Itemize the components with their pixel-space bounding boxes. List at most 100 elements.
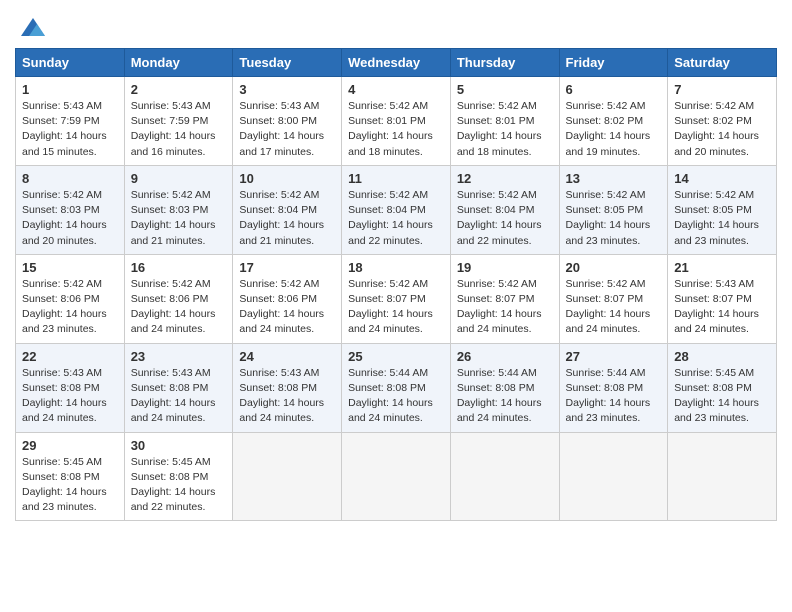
calendar-cell: 3 Sunrise: 5:43 AM Sunset: 8:00 PM Dayli… <box>233 77 342 166</box>
daylight-label: Daylight: 14 hours and 24 minutes. <box>348 308 433 335</box>
daylight-label: Daylight: 14 hours and 24 minutes. <box>457 397 542 424</box>
day-number: 3 <box>239 82 335 97</box>
calendar-cell: 14 Sunrise: 5:42 AM Sunset: 8:05 PM Dayl… <box>668 165 777 254</box>
day-info: Sunrise: 5:42 AM Sunset: 8:05 PM Dayligh… <box>566 188 662 249</box>
daylight-label: Daylight: 14 hours and 24 minutes. <box>674 308 759 335</box>
day-number: 11 <box>348 171 444 186</box>
sunrise-label: Sunrise: 5:43 AM <box>22 100 102 112</box>
calendar-cell: 13 Sunrise: 5:42 AM Sunset: 8:05 PM Dayl… <box>559 165 668 254</box>
sunrise-label: Sunrise: 5:44 AM <box>348 367 428 379</box>
daylight-label: Daylight: 14 hours and 20 minutes. <box>22 219 107 246</box>
sunrise-label: Sunrise: 5:43 AM <box>239 367 319 379</box>
day-number: 12 <box>457 171 553 186</box>
day-number: 20 <box>566 260 662 275</box>
sunset-label: Sunset: 8:08 PM <box>22 471 100 483</box>
sunset-label: Sunset: 8:04 PM <box>239 204 317 216</box>
header <box>15 10 777 42</box>
day-number: 19 <box>457 260 553 275</box>
calendar-cell: 9 Sunrise: 5:42 AM Sunset: 8:03 PM Dayli… <box>124 165 233 254</box>
day-number: 6 <box>566 82 662 97</box>
calendar-cell: 18 Sunrise: 5:42 AM Sunset: 8:07 PM Dayl… <box>342 254 451 343</box>
day-info: Sunrise: 5:42 AM Sunset: 8:04 PM Dayligh… <box>348 188 444 249</box>
sunset-label: Sunset: 8:06 PM <box>239 293 317 305</box>
sunrise-label: Sunrise: 5:42 AM <box>457 100 537 112</box>
sunrise-label: Sunrise: 5:42 AM <box>239 278 319 290</box>
day-number: 27 <box>566 349 662 364</box>
weekday-header-saturday: Saturday <box>668 49 777 77</box>
daylight-label: Daylight: 14 hours and 23 minutes. <box>566 397 651 424</box>
day-info: Sunrise: 5:42 AM Sunset: 8:07 PM Dayligh… <box>566 277 662 338</box>
day-info: Sunrise: 5:44 AM Sunset: 8:08 PM Dayligh… <box>348 366 444 427</box>
calendar-cell: 1 Sunrise: 5:43 AM Sunset: 7:59 PM Dayli… <box>16 77 125 166</box>
sunset-label: Sunset: 8:08 PM <box>22 382 100 394</box>
day-info: Sunrise: 5:42 AM Sunset: 8:02 PM Dayligh… <box>674 99 770 160</box>
sunrise-label: Sunrise: 5:42 AM <box>239 189 319 201</box>
sunrise-label: Sunrise: 5:42 AM <box>131 278 211 290</box>
day-info: Sunrise: 5:43 AM Sunset: 7:59 PM Dayligh… <box>131 99 227 160</box>
weekday-header-monday: Monday <box>124 49 233 77</box>
daylight-label: Daylight: 14 hours and 24 minutes. <box>239 308 324 335</box>
calendar-cell: 27 Sunrise: 5:44 AM Sunset: 8:08 PM Dayl… <box>559 343 668 432</box>
sunset-label: Sunset: 8:00 PM <box>239 115 317 127</box>
sunrise-label: Sunrise: 5:42 AM <box>348 278 428 290</box>
weekday-header-tuesday: Tuesday <box>233 49 342 77</box>
calendar-cell: 10 Sunrise: 5:42 AM Sunset: 8:04 PM Dayl… <box>233 165 342 254</box>
day-info: Sunrise: 5:45 AM Sunset: 8:08 PM Dayligh… <box>131 455 227 516</box>
calendar-cell <box>559 432 668 521</box>
day-number: 2 <box>131 82 227 97</box>
sunrise-label: Sunrise: 5:43 AM <box>131 367 211 379</box>
day-info: Sunrise: 5:43 AM Sunset: 7:59 PM Dayligh… <box>22 99 118 160</box>
weekday-header-thursday: Thursday <box>450 49 559 77</box>
day-info: Sunrise: 5:42 AM Sunset: 8:02 PM Dayligh… <box>566 99 662 160</box>
sunrise-label: Sunrise: 5:43 AM <box>239 100 319 112</box>
calendar-cell <box>450 432 559 521</box>
day-info: Sunrise: 5:42 AM Sunset: 8:01 PM Dayligh… <box>457 99 553 160</box>
calendar-week-row: 29 Sunrise: 5:45 AM Sunset: 8:08 PM Dayl… <box>16 432 777 521</box>
sunset-label: Sunset: 8:03 PM <box>131 204 209 216</box>
daylight-label: Daylight: 14 hours and 22 minutes. <box>131 486 216 513</box>
day-info: Sunrise: 5:42 AM Sunset: 8:07 PM Dayligh… <box>457 277 553 338</box>
day-number: 4 <box>348 82 444 97</box>
day-number: 13 <box>566 171 662 186</box>
sunset-label: Sunset: 8:02 PM <box>566 115 644 127</box>
sunset-label: Sunset: 8:06 PM <box>22 293 100 305</box>
sunset-label: Sunset: 8:04 PM <box>348 204 426 216</box>
day-info: Sunrise: 5:45 AM Sunset: 8:08 PM Dayligh… <box>674 366 770 427</box>
daylight-label: Daylight: 14 hours and 21 minutes. <box>131 219 216 246</box>
sunrise-label: Sunrise: 5:44 AM <box>566 367 646 379</box>
daylight-label: Daylight: 14 hours and 19 minutes. <box>566 130 651 157</box>
sunset-label: Sunset: 8:08 PM <box>131 471 209 483</box>
sunset-label: Sunset: 8:04 PM <box>457 204 535 216</box>
day-info: Sunrise: 5:43 AM Sunset: 8:00 PM Dayligh… <box>239 99 335 160</box>
sunrise-label: Sunrise: 5:42 AM <box>674 189 754 201</box>
calendar-cell: 8 Sunrise: 5:42 AM Sunset: 8:03 PM Dayli… <box>16 165 125 254</box>
day-number: 18 <box>348 260 444 275</box>
day-number: 28 <box>674 349 770 364</box>
calendar-week-row: 22 Sunrise: 5:43 AM Sunset: 8:08 PM Dayl… <box>16 343 777 432</box>
day-number: 5 <box>457 82 553 97</box>
calendar-cell: 7 Sunrise: 5:42 AM Sunset: 8:02 PM Dayli… <box>668 77 777 166</box>
daylight-label: Daylight: 14 hours and 24 minutes. <box>457 308 542 335</box>
logo <box>15 14 47 42</box>
day-number: 21 <box>674 260 770 275</box>
day-info: Sunrise: 5:42 AM Sunset: 8:05 PM Dayligh… <box>674 188 770 249</box>
day-info: Sunrise: 5:43 AM Sunset: 8:08 PM Dayligh… <box>239 366 335 427</box>
calendar-cell: 4 Sunrise: 5:42 AM Sunset: 8:01 PM Dayli… <box>342 77 451 166</box>
daylight-label: Daylight: 14 hours and 23 minutes. <box>22 308 107 335</box>
day-number: 30 <box>131 438 227 453</box>
logo-icon <box>19 14 47 42</box>
daylight-label: Daylight: 14 hours and 24 minutes. <box>348 397 433 424</box>
sunset-label: Sunset: 8:08 PM <box>457 382 535 394</box>
daylight-label: Daylight: 14 hours and 24 minutes. <box>239 397 324 424</box>
sunrise-label: Sunrise: 5:42 AM <box>566 100 646 112</box>
calendar-cell: 30 Sunrise: 5:45 AM Sunset: 8:08 PM Dayl… <box>124 432 233 521</box>
daylight-label: Daylight: 14 hours and 21 minutes. <box>239 219 324 246</box>
sunset-label: Sunset: 8:01 PM <box>348 115 426 127</box>
sunrise-label: Sunrise: 5:42 AM <box>348 189 428 201</box>
weekday-header-sunday: Sunday <box>16 49 125 77</box>
day-number: 1 <box>22 82 118 97</box>
calendar-week-row: 8 Sunrise: 5:42 AM Sunset: 8:03 PM Dayli… <box>16 165 777 254</box>
day-number: 29 <box>22 438 118 453</box>
daylight-label: Daylight: 14 hours and 17 minutes. <box>239 130 324 157</box>
daylight-label: Daylight: 14 hours and 23 minutes. <box>674 397 759 424</box>
